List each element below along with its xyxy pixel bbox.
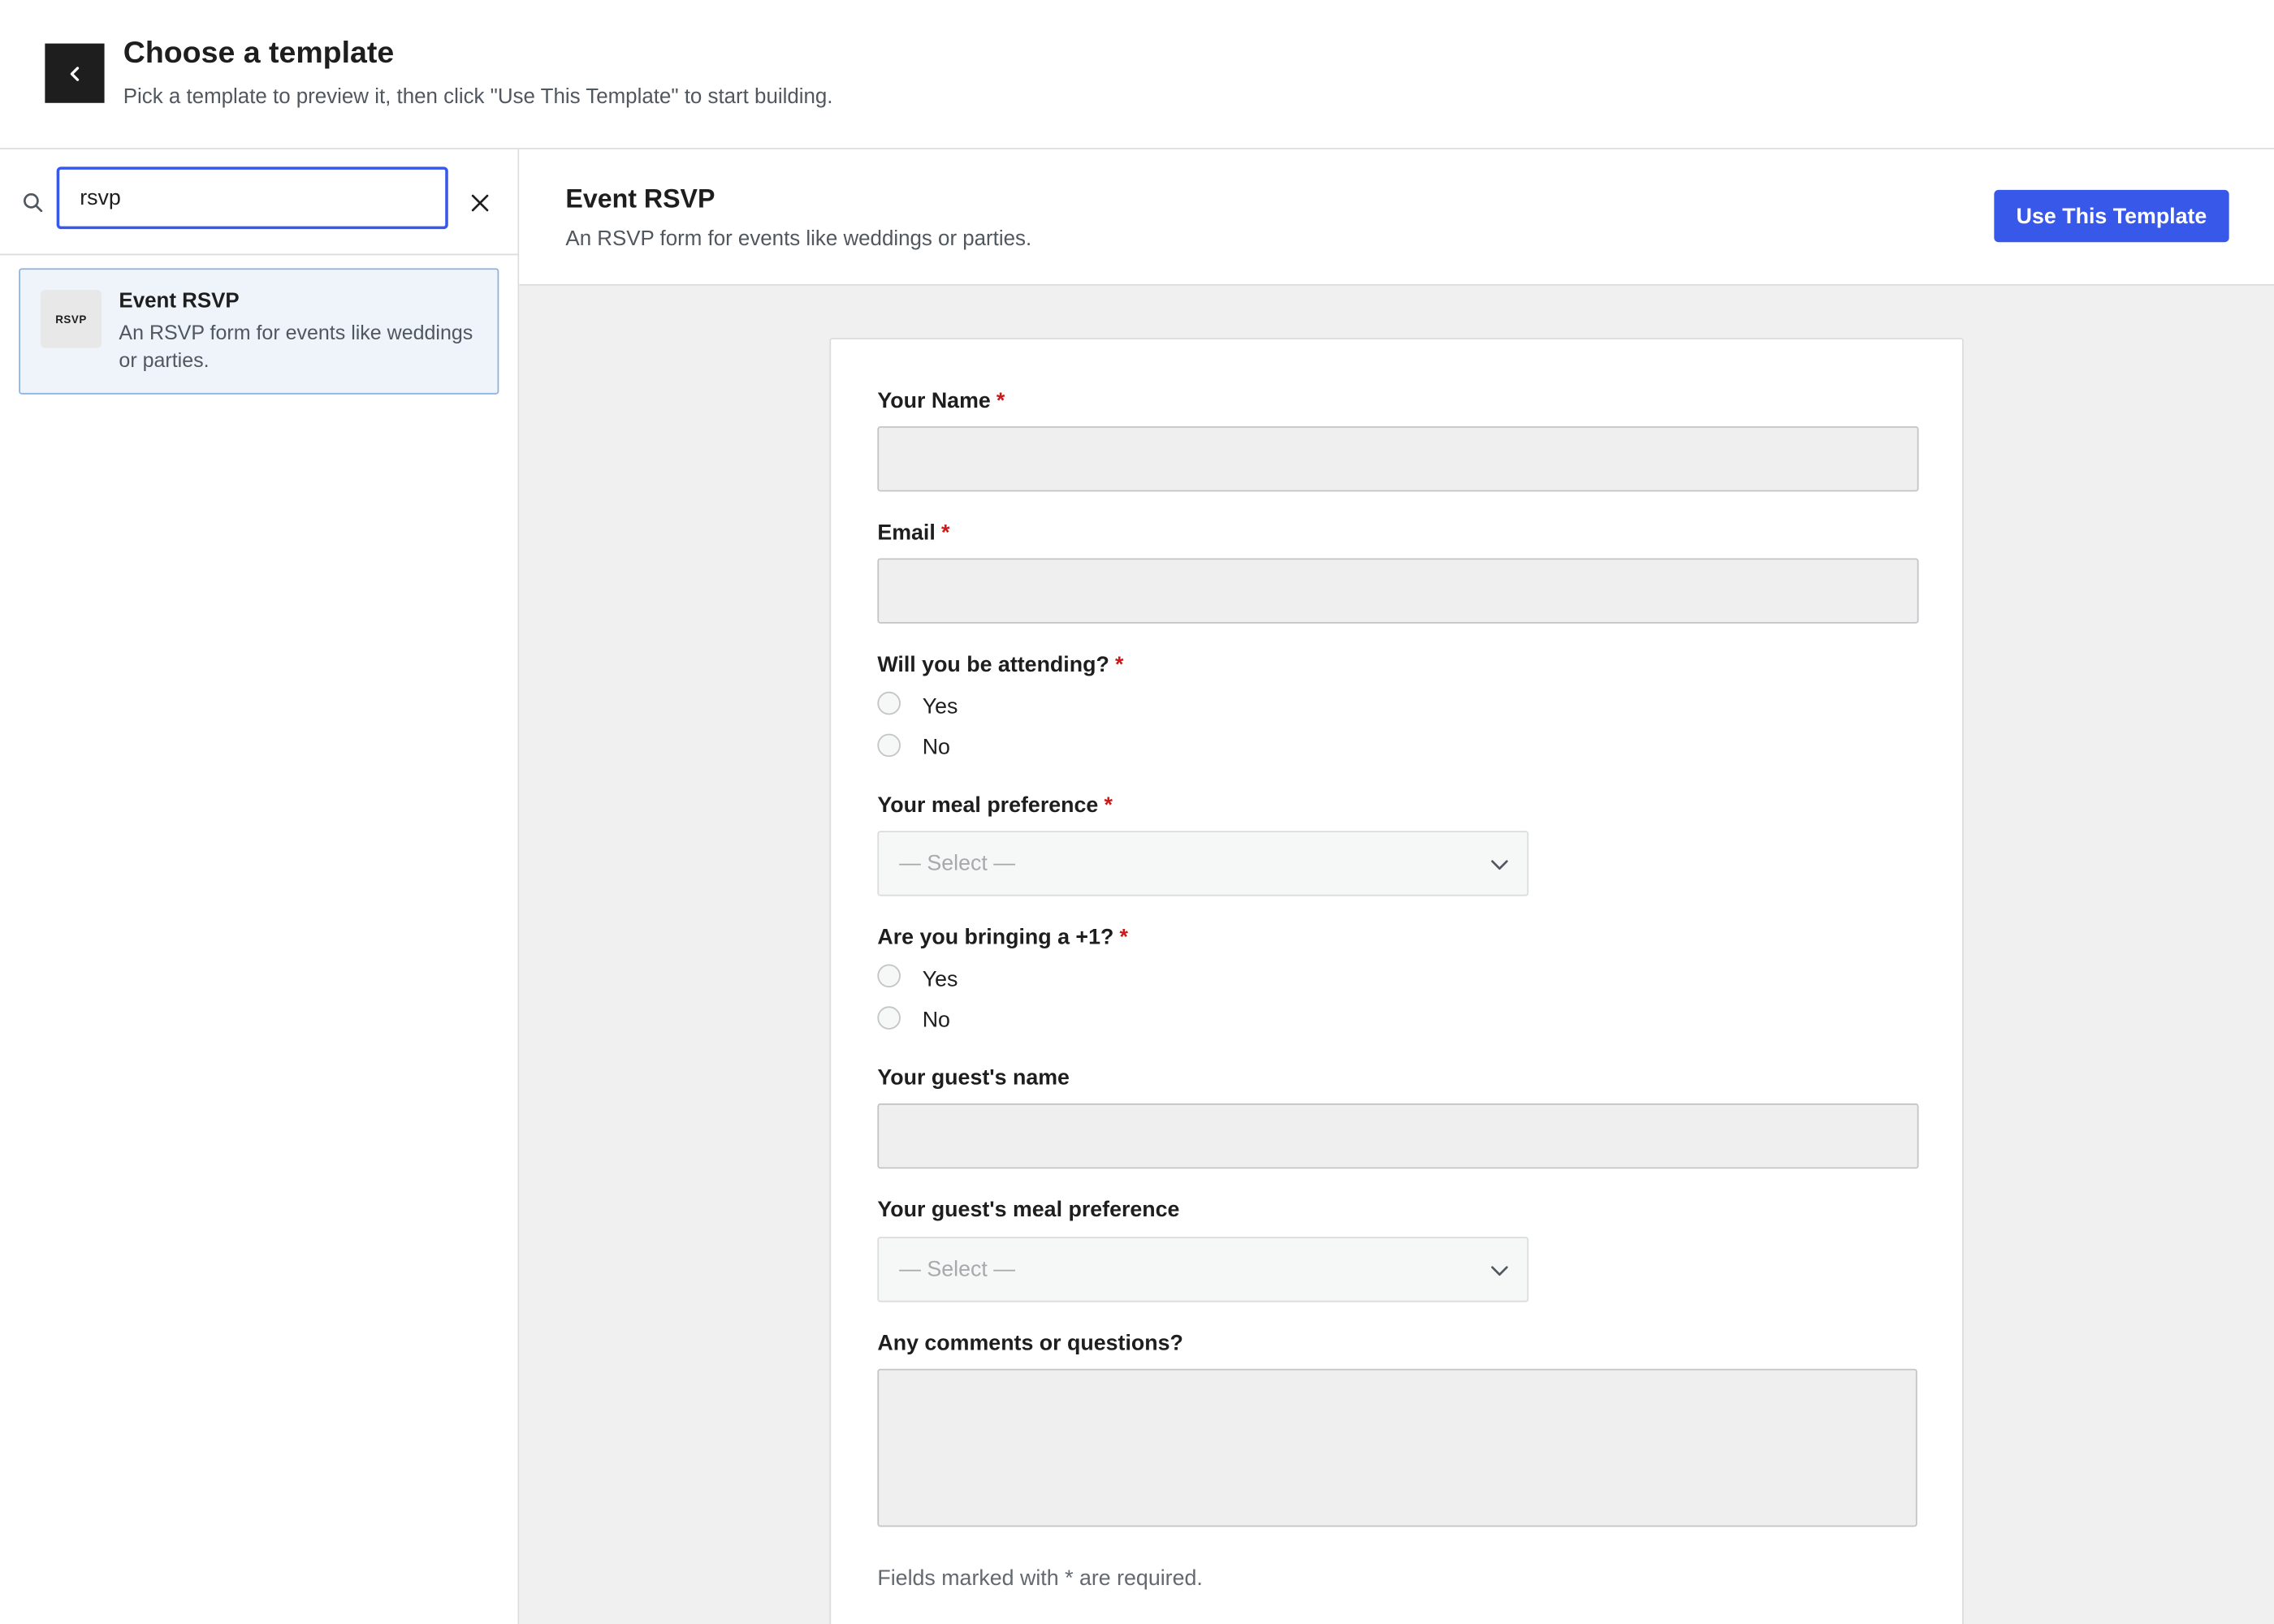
field-label-text: Your meal preference — [877, 793, 1099, 818]
back-button[interactable] — [45, 43, 105, 103]
attending-no-radio[interactable] — [877, 733, 901, 758]
required-footnote: Fields marked with * are required. — [877, 1566, 1203, 1591]
field-label-text: Your Name — [877, 388, 991, 413]
template-result-title: Event RSVP — [119, 290, 240, 313]
preview-description: An RSVP form for events like weddings or… — [565, 227, 1032, 251]
radio-label: Yes — [922, 967, 958, 992]
field-label-guest-name: Your guest's name — [877, 1065, 1070, 1091]
preview-title: Event RSVP — [565, 184, 715, 214]
preview-pane: Event RSVP An RSVP form for events like … — [519, 149, 2274, 1624]
search-bar — [0, 149, 518, 256]
page-title: Choose a template — [123, 36, 395, 70]
field-label-attending: Will you be attending? * — [877, 653, 1123, 677]
field-label-text: Will you be attending? — [877, 652, 1109, 677]
search-icon — [24, 192, 43, 213]
email-input[interactable] — [877, 558, 1919, 624]
field-label-text: Email — [877, 520, 936, 546]
required-marker: * — [996, 388, 1005, 413]
required-marker: * — [1114, 652, 1124, 677]
field-label-name: Your Name * — [877, 389, 1005, 413]
select-placeholder: — Select — — [899, 851, 1016, 876]
close-icon — [471, 194, 489, 212]
form-preview: Your Name * Email * Will you be attending?… — [829, 338, 1964, 1624]
radio-label: No — [922, 735, 950, 760]
field-label-meal: Your meal preference * — [877, 793, 1113, 818]
chevron-down-icon — [1491, 1266, 1508, 1276]
plus-one-yes-radio[interactable] — [877, 964, 901, 988]
page-subtitle: Pick a template to preview it, then clic… — [123, 85, 833, 109]
template-thumbnail: RSVP — [41, 290, 102, 348]
field-label-text: Are you bringing a +1? — [877, 925, 1114, 950]
radio-label: Yes — [922, 694, 958, 719]
name-input[interactable] — [877, 426, 1919, 492]
field-label-email: Email * — [877, 520, 949, 545]
plus-one-no-radio[interactable] — [877, 1006, 901, 1030]
guest-name-input[interactable] — [877, 1103, 1919, 1169]
field-label-plus-one: Are you bringing a +1? * — [877, 925, 1128, 949]
chevron-down-icon — [1491, 860, 1508, 870]
guest-meal-select[interactable]: — Select — — [877, 1237, 1529, 1302]
search-input[interactable] — [56, 166, 448, 230]
page-header: Choose a template Pick a template to pre… — [0, 0, 2274, 149]
select-placeholder: — Select — — [899, 1257, 1016, 1282]
comments-textarea[interactable] — [877, 1368, 1917, 1527]
radio-label: No — [922, 1008, 950, 1033]
required-marker: * — [1104, 793, 1113, 818]
use-template-button[interactable]: Use This Template — [1994, 189, 2229, 243]
template-result-item[interactable]: RSVP Event RSVP An RSVP form for events … — [19, 268, 499, 395]
field-label-comments: Any comments or questions? — [877, 1331, 1183, 1356]
attending-yes-radio[interactable] — [877, 691, 901, 715]
required-marker: * — [940, 520, 950, 546]
preview-header: Event RSVP An RSVP form for events like … — [519, 149, 2274, 286]
field-label-guest-meal: Your guest's meal preference — [877, 1198, 1180, 1223]
clear-search-button[interactable] — [465, 188, 495, 218]
template-result-description: An RSVP form for events like weddings or… — [119, 320, 473, 372]
required-marker: * — [1119, 925, 1128, 950]
template-sidebar: RSVP Event RSVP An RSVP form for events … — [0, 149, 520, 1624]
chevron-left-icon — [69, 66, 79, 80]
meal-select[interactable]: — Select — — [877, 831, 1529, 896]
